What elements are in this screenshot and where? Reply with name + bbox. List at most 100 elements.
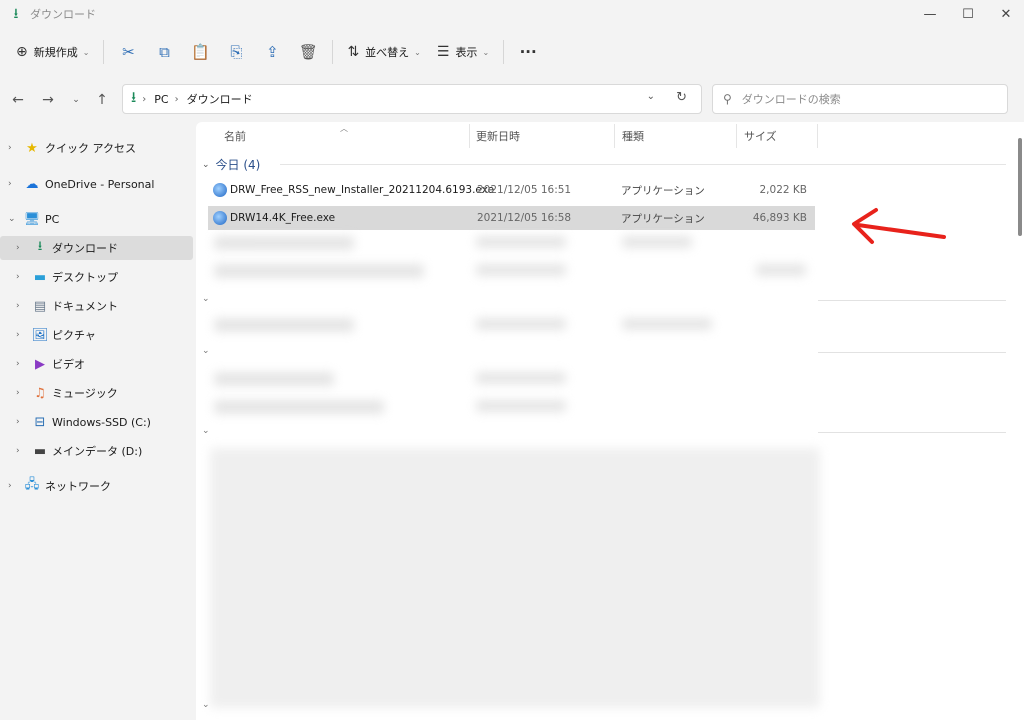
up-button[interactable]: ↑ <box>90 88 114 112</box>
chevron-right-icon[interactable]: › <box>16 330 20 340</box>
download-arrow-icon: ⭳ <box>131 87 137 106</box>
copy-button[interactable]: ⧉ <box>146 37 182 67</box>
drive-icon: ▬ <box>33 443 47 459</box>
sidebar-item-label: Windows-SSD (C:) <box>52 415 151 429</box>
paste-button[interactable]: 📋 <box>182 37 218 67</box>
blurred-row <box>214 372 334 386</box>
chevron-right-icon[interactable]: › <box>16 388 20 398</box>
sidebar-item-drive-c[interactable]: › ⊟ Windows-SSD (C:) <box>0 410 193 434</box>
column-divider[interactable] <box>469 124 470 148</box>
chevron-down-icon: ⌄ <box>482 47 490 57</box>
view-button[interactable]: ☰ 表示 ⌄ <box>429 37 497 67</box>
arrow-right-icon: → <box>42 92 54 108</box>
blurred-row <box>476 318 566 330</box>
column-header-size[interactable]: サイズ <box>744 122 814 150</box>
sidebar-item-onedrive[interactable]: › ☁ OneDrive - Personal <box>0 172 193 196</box>
sidebar-item-desktop[interactable]: › ▬ デスクトップ <box>0 265 193 289</box>
cut-button[interactable]: ✂ <box>110 37 146 67</box>
star-icon: ★ <box>26 140 38 156</box>
close-button[interactable]: ✕ <box>986 0 1024 28</box>
vertical-scrollbar[interactable] <box>1018 138 1022 236</box>
sidebar-item-music[interactable]: › ♫ ミュージック <box>0 381 193 405</box>
file-name: DRW_Free_RSS_new_Installer_20211204.6193… <box>230 184 495 196</box>
chevron-right-icon[interactable]: › <box>16 243 20 253</box>
chevron-down-icon[interactable]: ⌄ <box>647 91 655 102</box>
forward-button[interactable]: → <box>36 88 60 112</box>
command-bar: ⊕ 新規作成 ⌄ ✂ ⧉ 📋 ⎘ ⇪ 🗑 ⇅ 並べ替え ⌄ ☰ 表示 ⌄ ··· <box>0 34 1024 70</box>
sidebar-item-label: ネットワーク <box>45 480 111 493</box>
share-icon: ⇪ <box>266 43 279 61</box>
search-box[interactable]: ⚲ <box>712 84 1008 114</box>
file-row[interactable]: DRW_Free_RSS_new_Installer_20211204.6193… <box>208 178 815 202</box>
group-divider <box>280 164 1006 165</box>
blurred-row <box>476 400 566 412</box>
chevron-right-icon[interactable]: › <box>8 143 12 153</box>
delete-button[interactable]: 🗑 <box>290 37 326 67</box>
more-options-button[interactable]: ··· <box>510 37 546 67</box>
recent-locations-button[interactable]: ⌄ <box>64 88 88 112</box>
blurred-row <box>476 372 566 384</box>
back-button[interactable]: ← <box>6 88 30 112</box>
chevron-right-icon[interactable]: › <box>16 301 20 311</box>
breadcrumb-pc[interactable]: PC <box>154 93 168 106</box>
file-name: DRW14.4K_Free.exe <box>230 212 336 224</box>
new-button[interactable]: ⊕ 新規作成 ⌄ <box>8 37 97 67</box>
refresh-icon[interactable]: ↻ <box>676 90 687 105</box>
new-label: 新規作成 <box>33 46 78 59</box>
blurred-row <box>756 264 806 276</box>
chevron-right-icon[interactable]: › <box>16 272 20 282</box>
column-header-type[interactable]: 種類 <box>622 122 732 150</box>
sidebar-item-downloads[interactable]: › ⭳ ダウンロード <box>0 236 193 260</box>
chevron-down-icon: ⌄ <box>202 426 210 436</box>
chevron-down-icon: ⌄ <box>82 47 90 57</box>
chevron-right-icon[interactable]: › <box>16 417 20 427</box>
rename-button[interactable]: ⎘ <box>218 37 254 67</box>
sidebar-item-label: ピクチャ <box>52 329 96 342</box>
share-button[interactable]: ⇪ <box>254 37 290 67</box>
sidebar-item-label: デスクトップ <box>52 271 118 284</box>
sidebar-item-label: ミュージック <box>52 387 118 400</box>
minimize-button[interactable]: — <box>910 0 950 28</box>
sidebar-item-label: ビデオ <box>52 358 85 371</box>
monitor-icon: 🖥 <box>23 211 41 227</box>
column-size-label: サイズ <box>744 130 777 143</box>
sidebar-item-label: PC <box>45 212 60 226</box>
chevron-right-icon[interactable]: › <box>8 179 12 189</box>
chevron-down-icon: ⌄ <box>202 294 210 304</box>
sidebar-item-videos[interactable]: › ▶ ビデオ <box>0 352 193 376</box>
search-input[interactable] <box>741 92 982 106</box>
chevron-down-icon[interactable]: ⌄ <box>8 214 16 224</box>
chevron-right-icon[interactable]: › <box>8 481 12 491</box>
chevron-down-icon: ⌄ <box>202 159 210 170</box>
breadcrumb-downloads[interactable]: ダウンロード <box>187 91 253 107</box>
sort-icon: ⇅ <box>347 44 360 60</box>
sidebar-item-quick-access[interactable]: › ★ クイック アクセス <box>0 136 193 160</box>
trash-icon: 🗑 <box>298 43 318 61</box>
group-divider <box>818 300 1006 301</box>
sidebar-item-pc[interactable]: ⌄ 🖥 PC <box>0 207 193 231</box>
sort-button[interactable]: ⇅ 並べ替え ⌄ <box>339 37 428 67</box>
window-title: ダウンロード <box>30 8 96 21</box>
file-row-selected[interactable]: DRW14.4K_Free.exe 2021/12/05 16:58 アプリケー… <box>208 206 815 230</box>
sidebar-item-label: クイック アクセス <box>45 142 136 155</box>
file-date: 2021/12/05 16:58 <box>477 212 572 224</box>
column-divider[interactable] <box>614 124 615 148</box>
chevron-right-icon[interactable]: › <box>16 359 20 369</box>
sidebar-item-pictures[interactable]: › 🖼 ピクチャ <box>0 323 193 347</box>
column-divider[interactable] <box>817 124 818 148</box>
address-bar[interactable]: ⭳ › PC › ダウンロード ⌄ ↻ <box>122 84 702 114</box>
group-header-today[interactable]: ⌄ 今日 (4) <box>202 156 260 173</box>
chevron-right-icon[interactable]: › <box>16 446 20 456</box>
column-divider[interactable] <box>736 124 737 148</box>
toolbar-separator <box>103 40 105 64</box>
sidebar-item-documents[interactable]: › ▤ ドキュメント <box>0 294 193 318</box>
music-icon: ♫ <box>34 385 46 401</box>
file-type: アプリケーション <box>621 212 705 225</box>
maximize-button[interactable]: ☐ <box>948 0 988 28</box>
sidebar-item-drive-d[interactable]: › ▬ メインデータ (D:) <box>0 439 193 463</box>
blurred-row <box>476 236 566 248</box>
column-header-date[interactable]: 更新日時 <box>476 122 616 150</box>
view-list-icon: ☰ <box>436 44 450 60</box>
column-header-name[interactable]: 名前 <box>224 122 468 150</box>
sidebar-item-network[interactable]: › 🖧 ネットワーク <box>0 474 193 498</box>
